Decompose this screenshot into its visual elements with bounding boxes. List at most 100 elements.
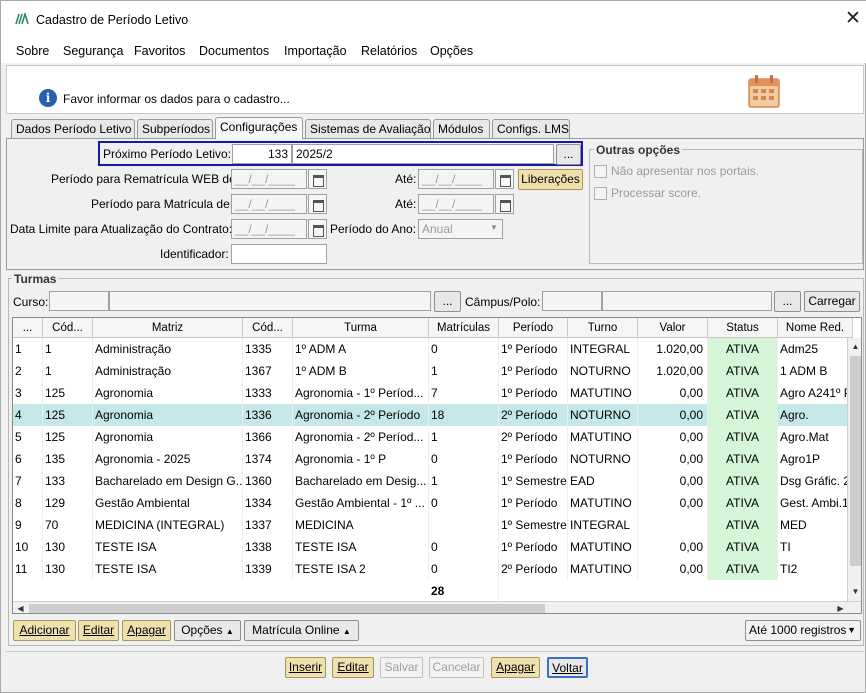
editar-button[interactable]: Editar — [78, 620, 119, 641]
tab-dados-periodo-letivo[interactable]: Dados Período Letivo — [11, 119, 135, 139]
table-row[interactable]: 3 125 Agronomia 1333 Agronomia - 1º Períod..… — [13, 382, 853, 404]
column-header-codigo-turma[interactable]: Cód... — [243, 318, 293, 338]
cell-nome-reduzido: Agro A241º P — [778, 382, 853, 404]
scroll-down-icon[interactable]: ▼ — [848, 585, 861, 599]
inserir-button[interactable]: Inserir — [285, 657, 326, 678]
table-row[interactable]: 8 129 Gestão Ambiental 1334 Gestão Ambiental… — [13, 492, 853, 514]
proximo-periodo-field[interactable]: 2025/2 — [292, 144, 554, 164]
cell-status: ATIVA — [708, 492, 778, 514]
processar-score-checkbox[interactable] — [594, 187, 607, 200]
table-row[interactable]: 7 133 Bacharelado em Design G... 1360 Bachar… — [13, 470, 853, 492]
liberacoes-button[interactable]: Liberações — [518, 169, 583, 190]
calendar-icon[interactable] — [308, 169, 327, 189]
salvar-button[interactable]: Salvar — [380, 657, 423, 678]
cell-valor: 0,00 — [638, 404, 708, 426]
table-row[interactable]: 1 1 Administração 1335 1º ADM A 0 1º Período IN… — [13, 338, 853, 360]
cell-turma: Agronomia - 1º Períod... — [293, 382, 429, 404]
calendar-icon[interactable] — [495, 169, 514, 189]
tab-subperiodos[interactable]: Subperíodos — [137, 119, 213, 139]
menu-importacao[interactable]: Importação — [284, 44, 347, 58]
matricula-online-button[interactable]: Matrícula Online ▲ — [244, 620, 359, 641]
table-row[interactable]: 2 1 Administração 1367 1º ADM B 1 1º Período NO… — [13, 360, 853, 382]
column-header-codigo-matriz[interactable]: Cód... — [43, 318, 93, 338]
outras-opcoes-title: Outras opções — [594, 143, 683, 157]
nao-apresentar-checkbox[interactable] — [594, 165, 607, 178]
table-row[interactable]: 6 135 Agronomia - 2025 1374 Agronomia - 1º P… — [13, 448, 853, 470]
cell-periodo: 1º Período — [499, 536, 568, 558]
window-title: Cadastro de Período Letivo — [36, 13, 189, 27]
curso-lookup-button[interactable]: ... — [434, 291, 461, 312]
cell-valor: 0,00 — [638, 536, 708, 558]
tab-configuracoes[interactable]: Configurações — [215, 117, 303, 139]
close-icon[interactable]: ✕ — [843, 9, 863, 29]
menu-documentos[interactable]: Documentos — [199, 44, 269, 58]
chevron-up-icon: ▲ — [342, 627, 351, 636]
horizontal-scrollbar[interactable]: ◀ ▶ — [13, 601, 861, 613]
cell-status: ATIVA — [708, 470, 778, 492]
identificador-label: Identificador: — [160, 247, 229, 261]
campus-code-field[interactable] — [542, 291, 602, 311]
proximo-periodo-code-field[interactable]: 133 — [232, 144, 292, 164]
rematricula-ate-field[interactable]: __/__/____ — [418, 169, 494, 189]
table-row[interactable]: 5 125 Agronomia 1366 Agronomia - 2º Períod..… — [13, 426, 853, 448]
table-row[interactable]: 10 130 TESTE ISA 1338 TESTE ISA 0 1º Período MA… — [13, 536, 853, 558]
table-row[interactable]: 11 130 TESTE ISA 1339 TESTE ISA 2 0 2º Período… — [13, 558, 853, 580]
cell-matriz: Agronomia — [93, 426, 243, 448]
calendar-icon[interactable] — [495, 194, 514, 214]
tab-configs-lms[interactable]: Configs. LMS — [492, 119, 570, 139]
tab-sistemas-de-avaliacao[interactable]: Sistemas de Avaliação — [305, 119, 431, 139]
data-limite-field[interactable]: __/__/____ — [231, 219, 307, 239]
campus-field[interactable] — [602, 291, 772, 311]
vertical-scrollbar[interactable]: ▲ ▼ — [847, 338, 861, 601]
editar-footer-button[interactable]: Editar — [332, 657, 374, 678]
cell-turma: TESTE ISA 2 — [293, 558, 429, 580]
scroll-up-icon[interactable]: ▲ — [848, 340, 861, 354]
campus-lookup-button[interactable]: ... — [774, 291, 801, 312]
matriculas-total: 28 — [429, 580, 499, 602]
apagar-footer-button[interactable]: Apagar — [491, 657, 540, 678]
voltar-button[interactable]: Voltar — [547, 657, 588, 678]
matricula-de-field[interactable]: __/__/____ — [231, 194, 307, 214]
column-header-turma[interactable]: Turma — [293, 318, 429, 338]
calendar-icon[interactable] — [308, 194, 327, 214]
table-row[interactable]: 9 70 MEDICINA (INTEGRAL) 1337 MEDICINA 1º Sem… — [13, 514, 853, 536]
menu-sobre[interactable]: Sobre — [16, 44, 49, 58]
matricula-ate-field[interactable]: __/__/____ — [418, 194, 494, 214]
curso-field[interactable] — [109, 291, 431, 311]
scrollbar-thumb[interactable] — [850, 356, 861, 566]
inserir-label: Inserir — [288, 660, 323, 674]
rematricula-de-field[interactable]: __/__/____ — [231, 169, 307, 189]
column-header-nome-reduzido[interactable]: Nome Red. — [778, 318, 853, 338]
scrollbar-thumb[interactable] — [29, 604, 545, 613]
cell-valor: 0,00 — [638, 470, 708, 492]
apagar-button[interactable]: Apagar — [122, 620, 171, 641]
column-header-turno[interactable]: Turno — [568, 318, 638, 338]
cell-nome-reduzido: 1 ADM B — [778, 360, 853, 382]
column-header-periodo[interactable]: Período — [499, 318, 568, 338]
registros-limit-select[interactable]: Até 1000 registros ▼ — [745, 620, 861, 641]
column-header-row-number[interactable]: ... — [13, 318, 43, 338]
cell-codigo-matriz: 70 — [43, 514, 93, 536]
curso-code-field[interactable] — [49, 291, 109, 311]
menu-relatorios[interactable]: Relatórios — [361, 44, 417, 58]
column-header-valor[interactable]: Valor — [638, 318, 708, 338]
column-header-matriz[interactable]: Matriz — [93, 318, 243, 338]
menu-favoritos[interactable]: Favoritos — [134, 44, 185, 58]
opcoes-button[interactable]: Opções ▲ — [174, 620, 241, 641]
cancelar-button[interactable]: Cancelar — [429, 657, 484, 678]
cell-periodo: 2º Período — [499, 426, 568, 448]
scroll-left-icon[interactable]: ◀ — [13, 602, 28, 613]
proximo-periodo-lookup-button[interactable]: ... — [556, 144, 581, 165]
column-header-matriculas[interactable]: Matrículas — [429, 318, 499, 338]
adicionar-button[interactable]: Adicionar — [13, 620, 76, 641]
table-row[interactable]: 4 125 Agronomia 1336 Agronomia - 2º Período 1… — [13, 404, 853, 426]
scroll-right-icon[interactable]: ▶ — [833, 602, 848, 613]
menu-opcoes[interactable]: Opções — [430, 44, 473, 58]
column-header-status[interactable]: Status — [708, 318, 778, 338]
calendar-icon[interactable] — [308, 219, 327, 239]
menu-seguranca[interactable]: Segurança — [63, 44, 123, 58]
tab-modulos[interactable]: Módulos — [433, 119, 490, 139]
identificador-field[interactable] — [231, 244, 327, 264]
carregar-button[interactable]: Carregar — [804, 291, 860, 312]
cell-codigo-turma: 1360 — [243, 470, 293, 492]
